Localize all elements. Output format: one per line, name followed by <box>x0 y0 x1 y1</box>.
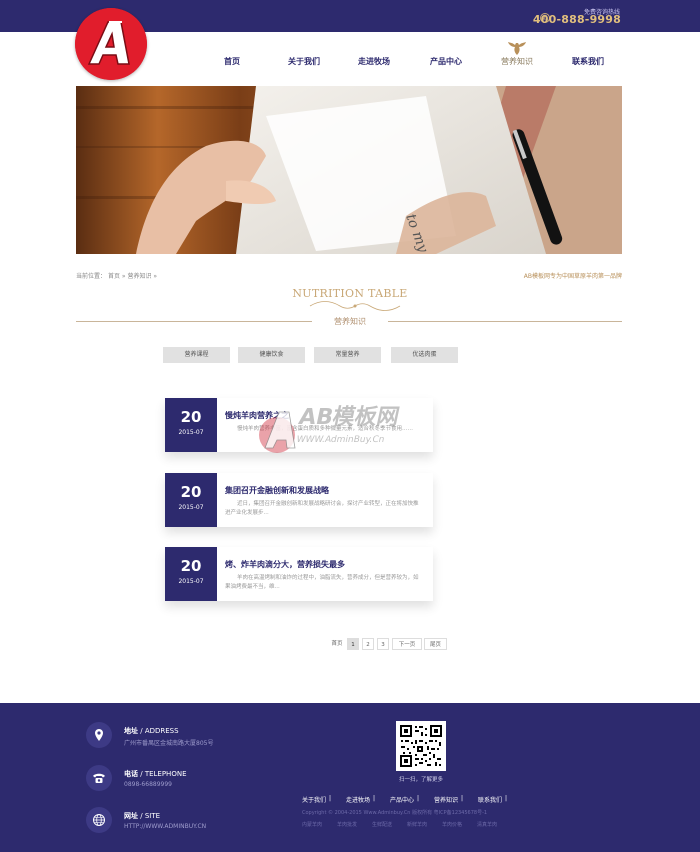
nav-item-about[interactable]: 关于我们 <box>274 56 334 67</box>
footer-link-products[interactable]: 产品中心 <box>390 795 414 804</box>
footer-address-value: 广州市番禺区金城南路大厦805号 <box>124 740 214 747</box>
hero-banner: to my <box>76 86 622 254</box>
tab-healthy-diet[interactable]: 健康饮食 <box>238 347 305 363</box>
qr-caption: 扫一扫，了解更多 <box>398 777 443 783</box>
footer-address-label: 地址 / ADDRESS <box>124 727 179 735</box>
watermark: AB模板网 WWW.AdminBuy.Cn <box>259 404 402 453</box>
footer-site-badge <box>86 807 112 833</box>
globe-icon <box>93 814 105 826</box>
footer-tag[interactable]: 羊肉批发 <box>337 821 357 828</box>
tab-nutrition-course[interactable]: 营养课程 <box>163 347 230 363</box>
nav-item-contact[interactable]: 联系我们 <box>558 56 618 67</box>
footer-link-contact[interactable]: 联系我们 <box>478 795 502 804</box>
news-title[interactable]: 烤、炸羊肉滴分大，营养损失最多 <box>225 559 345 570</box>
phone-label-cn: 电话 <box>124 770 138 778</box>
news-desc: 近日，集团召开金融创新和发展战略研讨会，探讨产业转型，正在将加快推进产业化发展步… <box>225 501 419 516</box>
footer-link-sep: | <box>417 795 420 802</box>
breadcrumb-sep: » <box>121 273 126 280</box>
telephone-icon <box>93 773 105 783</box>
date-year-month: 2015-07 <box>178 504 204 511</box>
watermark-brand: AB模板网 <box>297 404 402 430</box>
footer-link-sep: | <box>373 795 376 802</box>
breadcrumb-home[interactable]: 首页 <box>108 273 120 280</box>
news-item[interactable]: 20 2015-07 集团召开金融创新和发展战略 近日，集团召开金融创新和发展战… <box>165 473 433 527</box>
footer-tag[interactable]: 生鲜配送 <box>372 821 392 828</box>
footer-link-ranch[interactable]: 走进牧场 <box>346 795 370 804</box>
date-box: 20 2015-07 <box>165 547 217 601</box>
slogan: AB模板网专为中国草原羊肉第一品牌 <box>523 273 622 280</box>
footer-tag[interactable]: 清真羊肉 <box>477 821 497 828</box>
footer-tag[interactable]: 新鲜羊肉 <box>407 821 427 828</box>
banner-image: to my <box>76 86 622 254</box>
section-title-en: NUTRITION TABLE <box>292 287 408 300</box>
footer-tag[interactable]: 内蒙羊肉 <box>302 821 322 828</box>
logo-a-icon <box>75 8 147 80</box>
section-line-right <box>388 321 622 322</box>
footer-phone-value: 0898-66889999 <box>124 781 172 788</box>
footer-link-sep: | <box>329 795 332 802</box>
page-last[interactable]: 尾页 <box>424 638 447 650</box>
phone-label-en: TELEPHONE <box>144 770 187 778</box>
tab-macro-nutrition[interactable]: 常量营养 <box>314 347 381 363</box>
main-nav: 首页 关于我们 走进牧场 产品中心 营养知识 联系我们 <box>200 42 630 74</box>
location-pin-icon <box>95 729 103 741</box>
tab-meat-eggs[interactable]: 优选肉蛋 <box>391 347 458 363</box>
date-day: 20 <box>180 557 202 575</box>
footer-address-badge <box>86 722 112 748</box>
nav-item-products[interactable]: 产品中心 <box>416 56 476 67</box>
page-next[interactable]: 下一页 <box>392 638 422 650</box>
footer-link-nutrition[interactable]: 营养知识 <box>434 795 458 804</box>
page-2[interactable]: 2 <box>362 638 374 650</box>
qr-code <box>396 721 446 771</box>
footer-phone-badge <box>86 765 112 791</box>
ram-head-icon <box>508 42 526 55</box>
copyright: Copyright © 2004-2015 Www.Adminbuy.Cn 版权… <box>302 810 488 816</box>
address-label-cn: 地址 <box>124 727 138 735</box>
site-logo[interactable] <box>75 8 147 80</box>
qr-code-image <box>399 724 443 768</box>
breadcrumb-tail: » <box>153 273 158 280</box>
watermark-url: WWW.AdminBuy.Cn <box>295 435 385 445</box>
footer-site-value[interactable]: HTTP://WWW.ADMINBUY.CN <box>124 823 206 830</box>
footer-link-sep: | <box>461 795 464 802</box>
page-first[interactable]: 首页 <box>329 638 345 650</box>
date-box: 20 2015-07 <box>165 473 217 527</box>
page-1[interactable]: 1 <box>347 638 359 650</box>
footer-tag[interactable]: 羊肉价格 <box>442 821 462 828</box>
news-title[interactable]: 集团召开金融创新和发展战略 <box>225 485 329 496</box>
footer-link-sep: | <box>505 795 508 802</box>
nav-item-nutrition[interactable]: 营养知识 <box>487 56 547 67</box>
site-label-en: SITE <box>144 812 161 820</box>
date-year-month: 2015-07 <box>178 429 204 436</box>
date-box: 20 2015-07 <box>165 398 217 452</box>
hotline-number: 400-888-9998 <box>532 13 621 26</box>
date-day: 20 <box>180 483 202 501</box>
site-label-cn: 网址 <box>124 812 138 820</box>
footer-site-label: 网址 / SITE <box>124 812 161 820</box>
date-day: 20 <box>180 408 202 426</box>
date-year-month: 2015-07 <box>178 578 204 585</box>
nav-item-home[interactable]: 首页 <box>202 56 262 67</box>
breadcrumb-current[interactable]: 营养知识 <box>127 273 151 280</box>
news-item[interactable]: 20 2015-07 烤、炸羊肉滴分大，营养损失最多 羊肉在高温烤制和油炸的过程… <box>165 547 433 601</box>
footer-phone-label: 电话 / TELEPHONE <box>124 770 187 778</box>
ornament-divider <box>309 301 401 311</box>
breadcrumb: 当前位置： 首页 » 营养知识 » <box>76 271 157 280</box>
news-desc: 羊肉在高温烤制和油炸的过程中，油脂流失，营养成分，但是营养较为，如果油烤费最不当… <box>225 575 419 590</box>
nav-item-ranch[interactable]: 走进牧场 <box>344 56 404 67</box>
breadcrumb-prefix: 当前位置： <box>76 273 107 280</box>
address-label-en: ADDRESS <box>144 727 179 735</box>
page-3[interactable]: 3 <box>377 638 389 650</box>
footer-link-about[interactable]: 关于我们 <box>302 795 326 804</box>
